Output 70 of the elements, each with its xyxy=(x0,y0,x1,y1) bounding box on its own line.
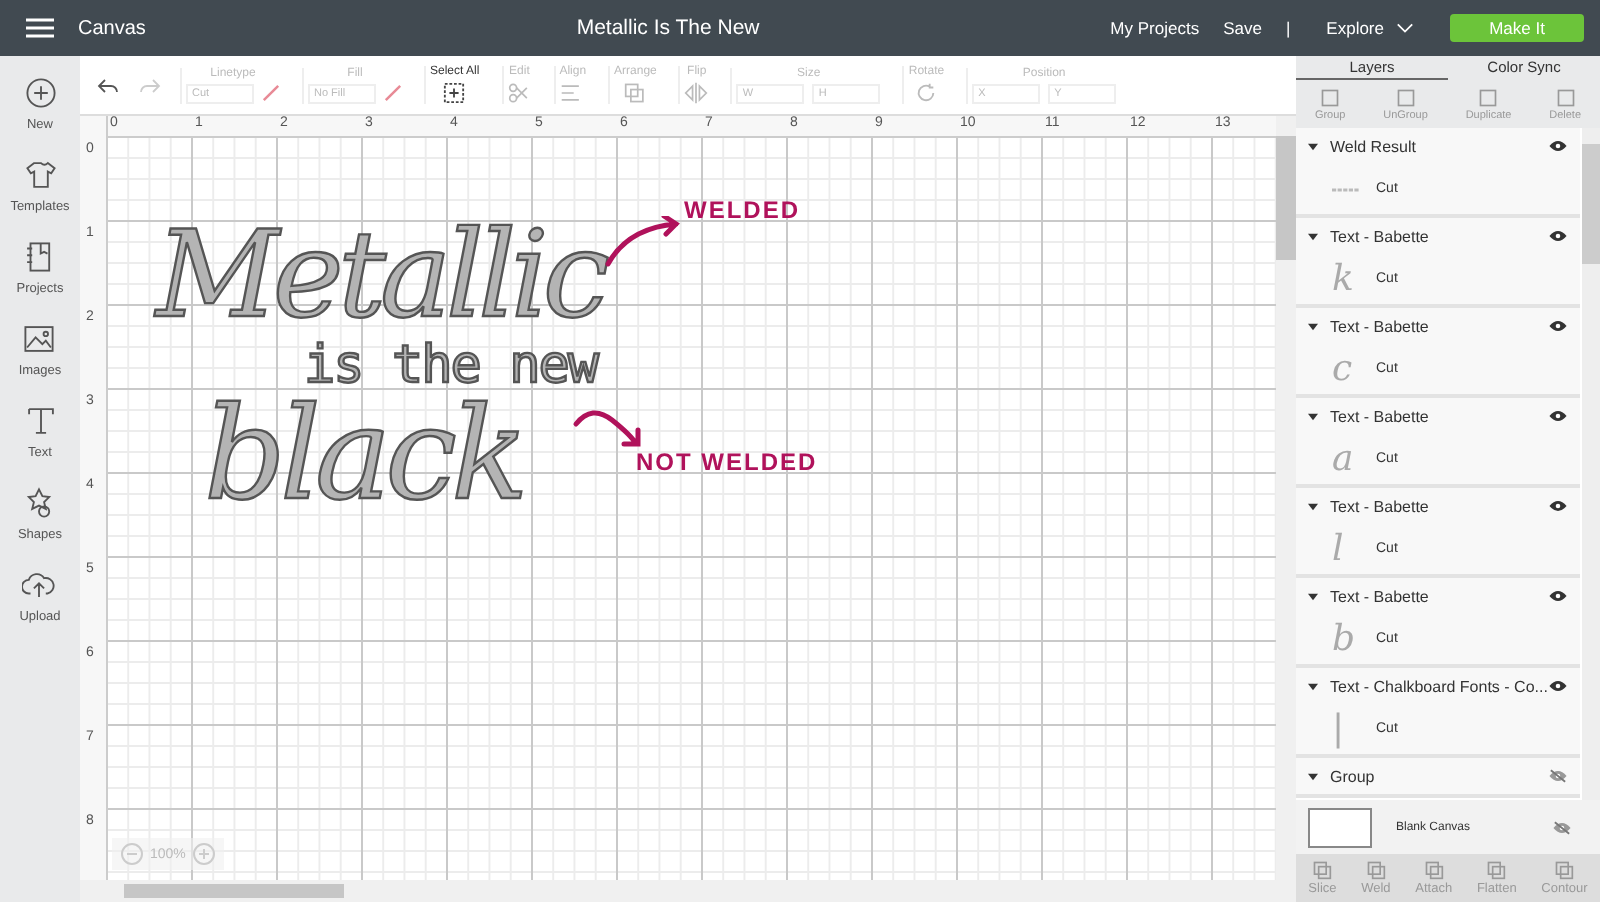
eye-icon[interactable] xyxy=(1548,318,1568,334)
caret-icon[interactable] xyxy=(1308,321,1318,331)
horizontal-scrollbar[interactable] xyxy=(80,880,1296,902)
scrollbar-thumb[interactable] xyxy=(1276,136,1296,260)
eye-icon[interactable] xyxy=(1548,138,1568,154)
layer-name: Group xyxy=(1330,767,1377,785)
project-title: Metallic Is The New xyxy=(574,16,762,40)
caret-icon[interactable] xyxy=(1308,591,1318,601)
color-swatch-icon[interactable] xyxy=(262,84,280,102)
explore-menu[interactable]: Explore xyxy=(1326,18,1384,38)
layer-header[interactable]: Text - Babette xyxy=(1296,578,1580,614)
eye-icon[interactable] xyxy=(1548,408,1568,424)
layers-scrollbar[interactable] xyxy=(1582,128,1600,800)
image-icon xyxy=(22,322,57,356)
lettering-artwork: Metallic xyxy=(156,216,604,336)
layer-thumbnail: l xyxy=(1332,528,1346,570)
caret-icon[interactable] xyxy=(1308,501,1318,511)
layer-thumbnail xyxy=(1332,185,1360,193)
layer-thumbnail: k xyxy=(1332,258,1356,300)
layer-header[interactable]: Weld Result xyxy=(1296,128,1580,164)
select-all-icon[interactable] xyxy=(442,82,467,104)
caret-icon[interactable] xyxy=(1308,771,1318,781)
star-icon xyxy=(22,486,57,520)
caret-icon[interactable] xyxy=(1308,681,1318,691)
letter-t-icon xyxy=(23,404,57,438)
nav-link[interactable]: My Projects xyxy=(1110,18,1200,38)
layer-name: Text - Babette xyxy=(1330,587,1431,605)
canvas-swatch[interactable] xyxy=(1308,807,1372,847)
layer-name: Text - Chalkboard Fonts - Co... xyxy=(1330,677,1548,695)
layer-header[interactable]: Text - Babette xyxy=(1296,398,1580,434)
caret-icon[interactable] xyxy=(1308,411,1318,421)
separator: | xyxy=(1285,18,1291,38)
shirt-icon xyxy=(23,158,57,192)
color-swatch-icon[interactable] xyxy=(384,84,402,102)
eye-icon[interactable] xyxy=(1548,678,1568,694)
hidden-eye-icon[interactable] xyxy=(1548,768,1568,784)
layer-header[interactable]: Group xyxy=(1296,758,1580,794)
app-title: Canvas xyxy=(78,17,146,39)
caret-icon[interactable] xyxy=(1308,231,1318,241)
undo-icon[interactable] xyxy=(96,75,120,95)
layer-name: Text - Babette xyxy=(1330,407,1431,425)
chevron-down-icon xyxy=(1396,22,1414,34)
annotation-label: WELDED xyxy=(684,196,800,224)
eye-icon[interactable] xyxy=(1548,228,1568,244)
layer-name: Text - Babette xyxy=(1330,497,1431,515)
layer-header[interactable]: Text - Babette xyxy=(1296,218,1580,254)
layer-header[interactable]: Text - Chalkboard Fonts - Co... xyxy=(1296,668,1580,704)
lettering-artwork: black xyxy=(204,392,523,520)
cloud-upload-icon xyxy=(22,568,57,602)
hidden-eye-icon[interactable] xyxy=(1552,819,1572,835)
annotation-label: NOT WELDED xyxy=(636,448,818,476)
scrollbar-thumb[interactable] xyxy=(124,884,344,898)
vertical-scrollbar[interactable] xyxy=(1276,116,1296,880)
layer-name: Text - Babette xyxy=(1330,227,1431,245)
layer-name: Weld Result xyxy=(1330,137,1418,155)
layer-header[interactable]: Text - Babette xyxy=(1296,488,1580,524)
plus-icon xyxy=(23,76,57,110)
layer-thumbnail: a xyxy=(1332,438,1356,480)
layer-thumbnail: c xyxy=(1332,348,1355,390)
nav-link[interactable]: Save xyxy=(1223,18,1262,38)
layer-header[interactable]: Text - Babette xyxy=(1296,308,1580,344)
eye-icon[interactable] xyxy=(1548,498,1568,514)
menu-icon[interactable] xyxy=(26,18,54,38)
layer-name: Text - Babette xyxy=(1330,317,1431,335)
lettering-artwork: is the new xyxy=(304,340,598,392)
layer-thumbnail: b xyxy=(1332,618,1358,660)
eye-icon[interactable] xyxy=(1548,588,1568,604)
caret-icon[interactable] xyxy=(1308,141,1318,151)
layer-thumbnail: | xyxy=(1332,708,1347,750)
curved-arrow xyxy=(604,216,684,268)
